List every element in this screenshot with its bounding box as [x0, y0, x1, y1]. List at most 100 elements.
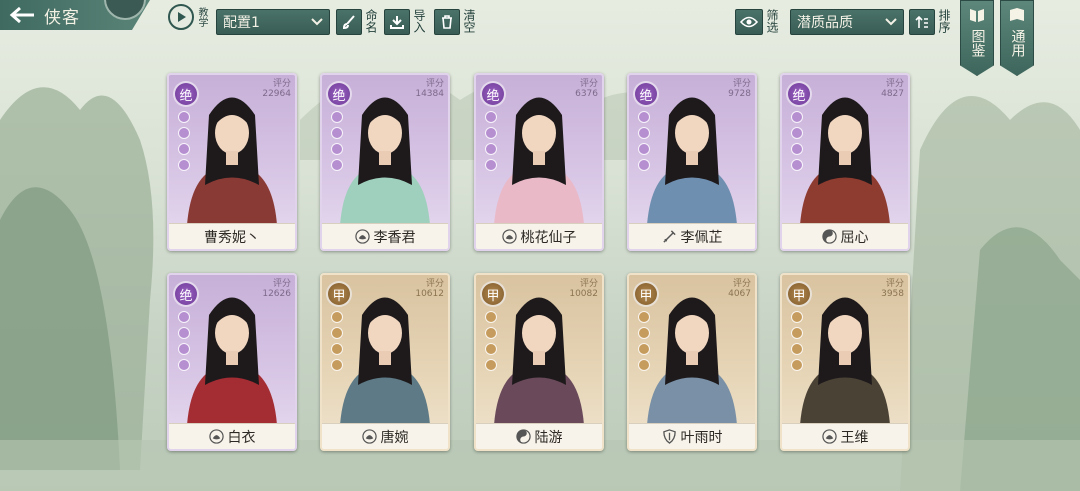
rename-label: 命名	[364, 9, 378, 33]
filter-button[interactable]: 筛选	[735, 9, 779, 35]
import-icon	[384, 9, 410, 35]
order-button[interactable]: 排序	[909, 9, 951, 35]
lotus-icon	[821, 429, 837, 444]
hero-card[interactable]: 绝 评分 14384 李香君	[320, 73, 450, 251]
hero-name: 李佩芷	[680, 229, 723, 246]
codex-button[interactable]: 图鉴	[960, 0, 994, 76]
trash-icon	[434, 9, 460, 35]
hero-name: 曹秀妮丶	[204, 229, 260, 246]
tutorial-label: 教学	[196, 7, 207, 27]
skill-slot-icon	[328, 156, 346, 174]
skill-slot-icon	[788, 140, 806, 158]
score-box: 评分 12626	[262, 279, 291, 299]
hero-nameplate: 李佩芷	[629, 223, 755, 249]
skill-slot-icon	[328, 108, 346, 126]
hero-card[interactable]: 绝 评分 12626 白衣	[167, 273, 297, 451]
skill-slot-icon	[788, 156, 806, 174]
hero-nameplate: 白衣	[169, 423, 295, 449]
skill-slots	[788, 108, 806, 174]
skill-slot-icon	[328, 340, 346, 358]
hero-card[interactable]: 绝 评分 22964 曹秀妮丶	[167, 73, 297, 251]
score-value: 6376	[575, 89, 598, 99]
codex-label: 图鉴	[969, 29, 986, 57]
hero-card[interactable]: 绝 评分 6376 桃花仙子	[474, 73, 604, 251]
taiji-icon	[821, 229, 837, 244]
hero-nameplate: 屈心	[782, 223, 908, 249]
clear-button[interactable]: 清空	[434, 9, 476, 35]
rank-badge: 甲	[480, 281, 506, 307]
score-label: 评分	[272, 279, 291, 289]
general-button[interactable]: 通用	[1000, 0, 1034, 76]
hero-nameplate: 王维	[782, 423, 908, 449]
hero-card[interactable]: 绝 评分 9728 李佩芷	[627, 73, 757, 251]
score-label: 评分	[732, 279, 751, 289]
arrow-left-icon	[0, 0, 44, 30]
hero-nameplate: 叶雨时	[629, 423, 755, 449]
score-value: 9728	[728, 89, 751, 99]
tutorial-button[interactable]: 教学	[168, 4, 207, 30]
skill-slots	[482, 108, 500, 174]
skill-slot-icon	[175, 124, 193, 142]
hero-card[interactable]: 甲 评分 10082 陆游	[474, 273, 604, 451]
hero-card[interactable]: 甲 评分 4067 叶雨时	[627, 273, 757, 451]
lotus-icon	[208, 429, 224, 444]
score-value: 4067	[728, 289, 751, 299]
hero-name: 王维	[840, 429, 869, 446]
rank-badge: 甲	[633, 281, 659, 307]
hero-name: 陆游	[534, 429, 563, 446]
lotus-icon	[501, 229, 517, 244]
skill-slots	[788, 308, 806, 374]
skill-slot-icon	[482, 356, 500, 374]
import-button[interactable]: 导入	[384, 9, 426, 35]
rename-button[interactable]: 命名	[336, 9, 378, 35]
rank-badge: 绝	[173, 281, 199, 307]
skill-slot-icon	[175, 324, 193, 342]
skill-slot-icon	[328, 308, 346, 326]
page-title: 侠客	[44, 7, 80, 28]
skill-slot-icon	[635, 156, 653, 174]
skill-slot-icon	[175, 308, 193, 326]
score-value: 12626	[262, 289, 291, 299]
score-value: 10082	[569, 289, 598, 299]
skill-slot-icon	[482, 340, 500, 358]
hero-card[interactable]: 绝 评分 4827 屈心	[780, 73, 910, 251]
sort-dropdown-value: 潜质品质	[797, 15, 853, 31]
skill-slot-icon	[175, 356, 193, 374]
skill-slot-icon	[635, 324, 653, 342]
clear-label: 清空	[462, 9, 476, 33]
config-dropdown[interactable]: 配置1	[216, 9, 330, 35]
score-value: 14384	[415, 89, 444, 99]
score-value: 22964	[262, 89, 291, 99]
score-label: 评分	[885, 279, 904, 289]
score-box: 评分 6376	[575, 79, 598, 99]
sort-dropdown[interactable]: 潜质品质	[790, 9, 904, 35]
skill-slot-icon	[635, 308, 653, 326]
skill-slot-icon	[328, 324, 346, 342]
order-label: 排序	[937, 9, 951, 33]
skill-slot-icon	[788, 324, 806, 342]
skill-slot-icon	[175, 340, 193, 358]
hero-name: 唐婉	[380, 429, 409, 446]
eye-icon	[735, 9, 763, 35]
hero-nameplate: 李香君	[322, 223, 448, 249]
lotus-icon	[361, 429, 377, 444]
brush-icon	[336, 9, 362, 35]
skill-slot-icon	[482, 124, 500, 142]
skill-slots	[175, 308, 193, 374]
skill-slot-icon	[788, 308, 806, 326]
score-label: 评分	[579, 279, 598, 289]
skill-slot-icon	[788, 356, 806, 374]
chevron-down-icon	[885, 18, 897, 26]
hero-card[interactable]: 甲 评分 10612 唐婉	[320, 273, 450, 451]
hero-name: 李香君	[373, 229, 416, 246]
sword-icon	[662, 229, 677, 244]
hero-nameplate: 唐婉	[322, 423, 448, 449]
filter-label: 筛选	[765, 9, 779, 33]
score-box: 评分 14384	[415, 79, 444, 99]
score-box: 评分 4067	[728, 279, 751, 299]
score-box: 评分 3958	[881, 279, 904, 299]
hero-card[interactable]: 甲 评分 3958 王维	[780, 273, 910, 451]
skill-slot-icon	[328, 124, 346, 142]
skill-slot-icon	[175, 108, 193, 126]
skill-slot-icon	[175, 156, 193, 174]
